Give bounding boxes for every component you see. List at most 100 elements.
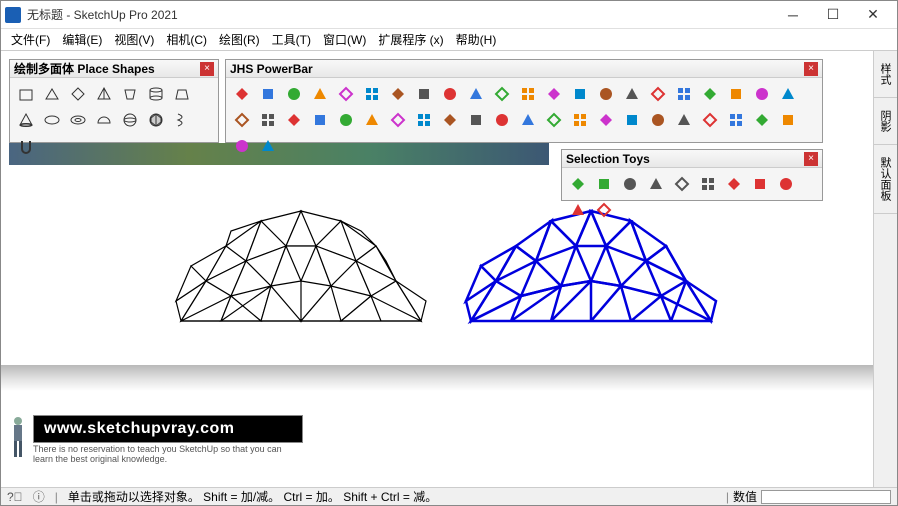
panel-icon[interactable] <box>490 82 514 106</box>
redo-icon[interactable] <box>412 108 436 132</box>
cube-dots-icon[interactable] <box>644 172 668 196</box>
grid-o1-icon[interactable] <box>698 108 722 132</box>
geodesic-dome-blue[interactable] <box>461 191 721 331</box>
helix-icon[interactable] <box>170 108 194 132</box>
torus-icon[interactable] <box>66 108 90 132</box>
grid-r-icon[interactable] <box>646 108 670 132</box>
tab-shadows[interactable]: 阴影 <box>874 98 897 145</box>
diamond-f-icon[interactable] <box>592 172 616 196</box>
diamond-r-icon[interactable] <box>722 172 746 196</box>
geodesic-icon[interactable] <box>144 108 168 132</box>
tri-o-icon[interactable] <box>308 108 332 132</box>
purple-arc-icon[interactable] <box>412 82 436 106</box>
grid-y-icon[interactable] <box>594 108 618 132</box>
menu-draw[interactable]: 绘图(R) <box>213 29 266 50</box>
pie-icon[interactable] <box>542 82 566 106</box>
target-icon[interactable] <box>620 82 644 106</box>
menu-view[interactable]: 视图(V) <box>108 29 160 50</box>
menu-extensions[interactable]: 扩展程序 (x) <box>372 29 449 50</box>
flag-icon[interactable] <box>516 82 540 106</box>
red-book-icon[interactable] <box>334 82 358 106</box>
line-icon[interactable] <box>646 82 670 106</box>
drop2-icon[interactable] <box>230 108 254 132</box>
path3-icon[interactable] <box>256 134 280 158</box>
cube-icon[interactable] <box>14 82 38 106</box>
toolbar-place-shapes[interactable]: 绘制多面体 Place Shapes × <box>9 59 219 143</box>
close-icon[interactable]: × <box>200 62 214 76</box>
diamond-g-icon[interactable] <box>566 172 590 196</box>
pyramid-icon[interactable] <box>92 82 116 106</box>
boxes1-icon[interactable] <box>438 108 462 132</box>
oval-icon[interactable] <box>40 108 64 132</box>
tab-styles[interactable]: 样式 <box>874 51 897 98</box>
value-input[interactable] <box>761 490 891 504</box>
paint-icon[interactable] <box>464 82 488 106</box>
sparkle-icon[interactable] <box>334 108 358 132</box>
cup-icon[interactable] <box>118 82 142 106</box>
cone-icon[interactable] <box>14 108 38 132</box>
menu-file[interactable]: 文件(F) <box>5 29 56 50</box>
toolbar-selection-toys[interactable]: Selection Toys × <box>561 149 823 201</box>
grid-icon[interactable] <box>724 82 748 106</box>
grid-p-icon[interactable] <box>620 108 644 132</box>
help-icon[interactable]: ?⃝ <box>7 490 23 504</box>
cubes-r-icon[interactable] <box>774 172 798 196</box>
blue-diamond-icon[interactable] <box>256 82 280 106</box>
cube-r-icon[interactable] <box>748 172 772 196</box>
toolbar-header[interactable]: JHS PowerBar × <box>226 60 822 78</box>
grid-o3-icon[interactable] <box>750 108 774 132</box>
hex-icon[interactable] <box>672 108 696 132</box>
path1-icon[interactable] <box>776 108 800 132</box>
plus-red-icon[interactable] <box>672 82 696 106</box>
prism-icon[interactable] <box>40 82 64 106</box>
rhombus-icon[interactable] <box>66 82 90 106</box>
sphere-icon[interactable] <box>118 108 142 132</box>
toolbar-header[interactable]: Selection Toys × <box>562 150 822 168</box>
grid-b-icon[interactable] <box>568 108 592 132</box>
cylinder-icon[interactable] <box>144 82 168 106</box>
tab-default-panel[interactable]: 默认面板 <box>874 145 897 214</box>
cube-w-icon[interactable] <box>618 172 642 196</box>
undo-icon[interactable] <box>386 108 410 132</box>
toolbar-header[interactable]: 绘制多面体 Place Shapes × <box>10 60 218 78</box>
red-flag-icon[interactable] <box>230 82 254 106</box>
sheet-icon[interactable] <box>360 82 384 106</box>
pie2-icon[interactable] <box>568 82 592 106</box>
lines1-icon[interactable] <box>670 172 694 196</box>
dots-icon[interactable] <box>750 82 774 106</box>
stack2-icon[interactable] <box>542 108 566 132</box>
menu-tools[interactable]: 工具(T) <box>266 29 317 50</box>
boxes2-icon[interactable] <box>464 108 488 132</box>
tri-y-icon[interactable] <box>256 108 280 132</box>
menu-camera[interactable]: 相机(C) <box>160 29 213 50</box>
tri-g-icon[interactable] <box>282 108 306 132</box>
stack1-icon[interactable] <box>516 108 540 132</box>
info-icon[interactable]: ⓘ <box>33 488 45 505</box>
menu-help[interactable]: 帮助(H) <box>450 29 503 50</box>
lines-r2-icon[interactable] <box>592 198 616 222</box>
lines2-icon[interactable] <box>696 172 720 196</box>
toolbar-jhs-powerbar[interactable]: JHS PowerBar × <box>225 59 823 143</box>
maximize-button[interactable]: ☐ <box>813 1 853 29</box>
hemisphere-icon[interactable] <box>92 108 116 132</box>
close-icon[interactable]: × <box>804 62 818 76</box>
boxes3-icon[interactable] <box>490 108 514 132</box>
grid-o2-icon[interactable] <box>724 108 748 132</box>
lines-r1-icon[interactable] <box>566 198 590 222</box>
orange-cube-icon[interactable] <box>308 82 332 106</box>
eraser-icon[interactable] <box>594 82 618 106</box>
close-icon[interactable]: × <box>804 152 818 166</box>
menu-window[interactable]: 窗口(W) <box>317 29 372 50</box>
menu-edit[interactable]: 编辑(E) <box>56 29 108 50</box>
close-button[interactable]: ✕ <box>853 1 893 29</box>
box-r-icon[interactable] <box>360 108 384 132</box>
path2-icon[interactable] <box>230 134 254 158</box>
drop-icon[interactable] <box>776 82 800 106</box>
plus-green-icon[interactable] <box>698 82 722 106</box>
magnet-icon[interactable] <box>14 134 38 158</box>
geodesic-dome-white[interactable] <box>171 191 431 331</box>
frustum-icon[interactable] <box>170 82 194 106</box>
orange-rot-icon[interactable] <box>438 82 462 106</box>
green-diamond-icon[interactable] <box>282 82 306 106</box>
minimize-button[interactable]: ─ <box>773 1 813 29</box>
